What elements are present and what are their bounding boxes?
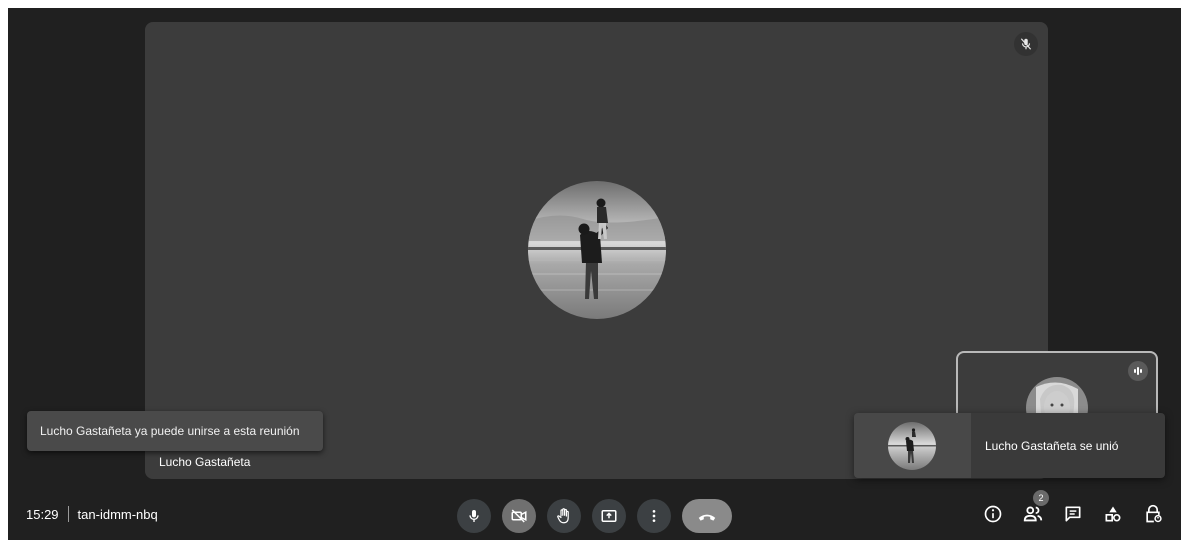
call-controls — [457, 499, 732, 533]
shapes-icon — [1105, 506, 1121, 522]
hand-icon — [557, 508, 569, 524]
present-screen-icon — [601, 510, 617, 522]
host-controls-button[interactable] — [1141, 502, 1165, 526]
people-button[interactable]: 2 — [1021, 490, 1049, 526]
present-button[interactable] — [592, 499, 626, 533]
leave-call-button[interactable] — [682, 499, 732, 533]
mic-icon — [469, 510, 479, 522]
info-icon — [984, 505, 1002, 523]
camera-button[interactable] — [502, 499, 536, 533]
participant-name: Lucho Gastañeta — [159, 455, 251, 469]
clock-time: 15:29 — [26, 506, 59, 522]
divider — [67, 506, 69, 522]
meeting-info: 15:29 tan-idmm-nbq — [26, 506, 158, 522]
call-end-icon — [698, 514, 716, 521]
participant-avatar — [528, 181, 666, 319]
notification-toast: Lucho Gastañeta ya puede unirse a esta r… — [27, 411, 323, 451]
chat-icon — [1065, 506, 1081, 522]
chat-button[interactable] — [1061, 502, 1085, 526]
mic-off-icon — [1014, 32, 1038, 56]
more-options-button[interactable] — [637, 499, 671, 533]
participant-joined-toast: Lucho Gastañeta se unió — [854, 413, 1165, 478]
people-icon — [1023, 506, 1043, 522]
camera-off-icon — [511, 509, 527, 523]
joined-message: Lucho Gastañeta se unió — [985, 438, 1119, 453]
raise-hand-button[interactable] — [547, 499, 581, 533]
speaking-indicator-icon — [1128, 361, 1148, 381]
joined-participant-avatar — [888, 422, 936, 470]
microphone-button[interactable] — [457, 499, 491, 533]
people-count-badge: 2 — [1033, 490, 1049, 506]
notification-text: Lucho Gastañeta ya puede unirse a esta r… — [40, 424, 300, 438]
meeting-details-button[interactable] — [981, 502, 1005, 526]
joined-participant-thumbnail — [854, 413, 971, 478]
lock-person-icon — [1146, 504, 1162, 523]
secondary-controls: 2 — [965, 490, 1165, 526]
more-vert-icon — [652, 510, 656, 522]
activities-button[interactable] — [1101, 502, 1125, 526]
meet-window: Lucho Gastañeta Lucho Gastañeta ya puede… — [8, 8, 1181, 540]
meeting-code: tan-idmm-nbq — [77, 506, 158, 522]
bottom-control-bar: 15:29 tan-idmm-nbq 2 — [8, 488, 1181, 540]
